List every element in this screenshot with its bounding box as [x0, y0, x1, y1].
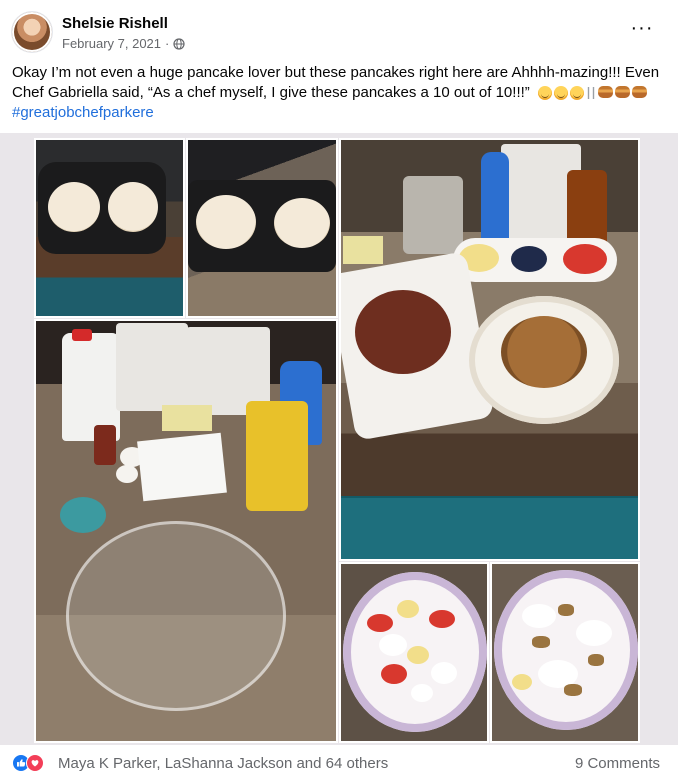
reactors-text[interactable]: Maya K Parker, LaShanna Jackson and 64 o… [58, 755, 388, 772]
whipped-cream [522, 604, 556, 628]
love-icon [26, 754, 44, 772]
pancakes-icon [597, 86, 613, 99]
nut [532, 636, 550, 648]
strawberry [381, 664, 407, 684]
banana-slice [407, 646, 429, 664]
banana-slice [397, 600, 419, 618]
milk-cap [72, 329, 92, 341]
more-options-button[interactable]: ··· [624, 16, 660, 40]
paper-plate [494, 570, 638, 730]
grinning-face-icon [569, 86, 584, 101]
post-meta: February 7, 2021 · [62, 36, 185, 51]
nut [564, 684, 582, 696]
blueberries [511, 246, 547, 272]
emoji-group [537, 86, 647, 101]
post-date[interactable]: February 7, 2021 [62, 36, 161, 51]
strawberry [429, 610, 455, 628]
meta-separator: · [165, 36, 170, 51]
vanilla-bottle [94, 425, 116, 465]
grinning-face-icon [537, 86, 552, 101]
pancakes-icon [614, 86, 630, 99]
whipped-cream-can [481, 152, 509, 244]
pancakes-griddle-photo[interactable] [34, 138, 185, 318]
whipped-cream [379, 634, 407, 656]
author-avatar[interactable] [12, 12, 52, 52]
nut [558, 604, 574, 616]
oil-bottle [246, 401, 308, 511]
post-body: Okay I’m not even a huge pancake lover b… [12, 63, 664, 123]
comments-count[interactable]: 9 Comments [575, 755, 660, 772]
nut [588, 654, 604, 666]
ingredients-photo[interactable] [34, 319, 338, 743]
globe-icon[interactable] [173, 37, 185, 50]
pancake-plate-strawberry-photo[interactable] [339, 562, 489, 743]
pancake-shape [274, 198, 330, 248]
teal-towel [341, 498, 638, 559]
grinning-face-icon [553, 86, 568, 101]
banana-slice [512, 674, 532, 690]
pancakes-icon [631, 86, 647, 99]
fork-knife-icon [587, 87, 595, 100]
reaction-icons[interactable] [12, 754, 52, 772]
whipped-cream [411, 684, 433, 702]
strawberries [563, 244, 607, 274]
pancakes-cooking-photo[interactable] [186, 138, 338, 318]
recipe-packet [137, 432, 227, 502]
pancake-stack [501, 316, 587, 388]
hashtag-link[interactable]: #greatjobchefparkere [12, 103, 664, 123]
strawberry [367, 614, 393, 632]
pancake-plate-nuts-photo[interactable] [490, 562, 640, 743]
pancake-shape [108, 182, 158, 232]
pancake-mix-bag [116, 323, 188, 411]
butter-box [162, 405, 212, 431]
sausage-pile [355, 290, 451, 374]
whipped-cream [576, 620, 612, 646]
post-header: Shelsie Rishell February 7, 2021 · ··· [12, 12, 666, 56]
author-name[interactable]: Shelsie Rishell [62, 15, 168, 32]
whipped-cream [431, 662, 457, 684]
egg [116, 465, 138, 483]
canister [403, 176, 463, 254]
more-options-icon: ··· [630, 17, 654, 39]
breakfast-spread-photo[interactable] [339, 138, 640, 561]
syrup-bottle [567, 170, 607, 246]
post-footer: Maya K Parker, LaShanna Jackson and 64 o… [0, 748, 678, 776]
photo-collage [0, 133, 678, 745]
glass-bowl [66, 521, 286, 711]
butter-box [343, 236, 383, 264]
teal-measuring-cup [60, 497, 106, 533]
pancake-shape [48, 182, 100, 232]
pancake-shape [196, 195, 256, 249]
